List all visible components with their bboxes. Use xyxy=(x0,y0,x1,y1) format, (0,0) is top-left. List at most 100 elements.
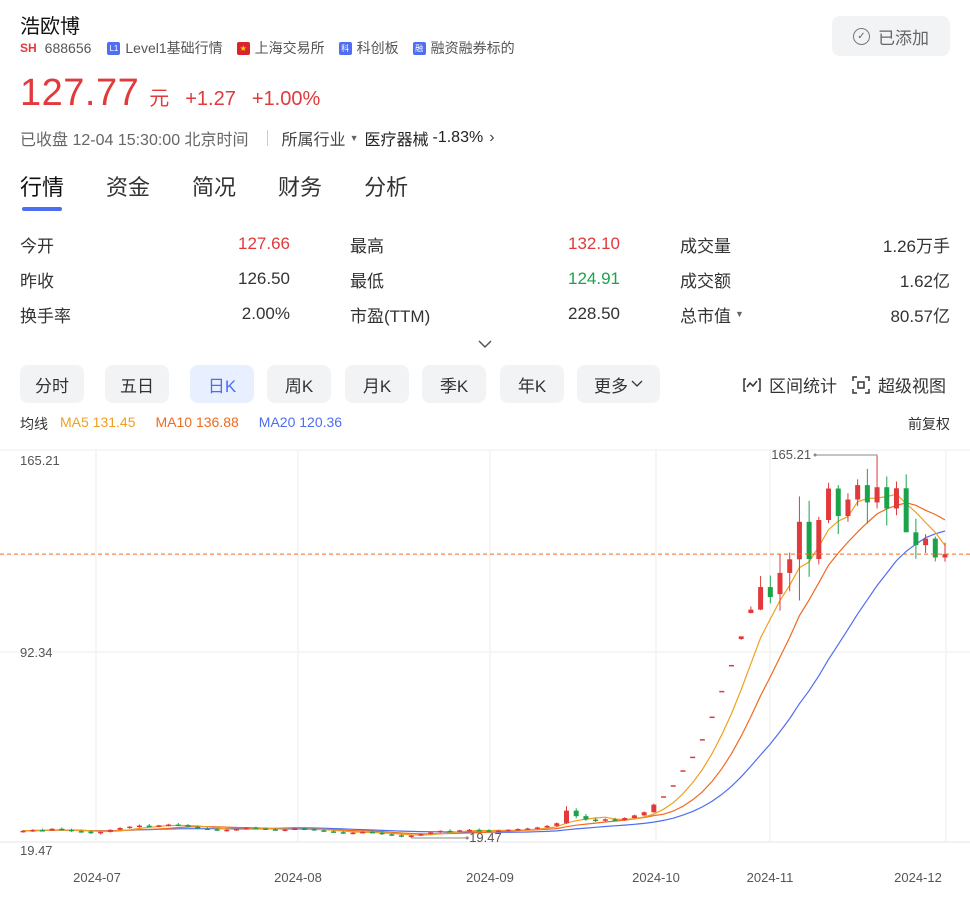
candle-body xyxy=(719,690,725,693)
candle-body xyxy=(321,830,327,832)
tab-finance[interactable]: 财务 xyxy=(278,170,322,210)
ma10-value: MA10 136.88 xyxy=(155,414,239,430)
status-row: 已收盘 12-04 15:30:00 北京时间 所属行业 ▼ 医疗器械 -1.8… xyxy=(20,126,495,150)
max-marker-line xyxy=(815,454,878,456)
period-more[interactable]: 更多 xyxy=(577,365,660,403)
super-view-tool[interactable]: 超级视图 xyxy=(852,372,946,397)
stat-label: 成交量 xyxy=(680,236,731,256)
tag-margin[interactable]: 融融资融券标的 xyxy=(412,38,515,58)
candle-body xyxy=(263,828,269,830)
price-change: +1.27 xyxy=(185,88,236,110)
candle-body xyxy=(787,559,793,573)
tab-funds[interactable]: 资金 xyxy=(106,170,150,210)
candle-body xyxy=(457,830,463,832)
period-yearly-k[interactable]: 年K xyxy=(500,365,564,403)
current-price: 127.77 xyxy=(20,72,140,114)
divider xyxy=(266,130,268,146)
tag-label: Level1基础行情 xyxy=(125,40,223,56)
kline-chart[interactable]: 165.21 92.34 19.47 2024-07 2024-08 2024-09 202… xyxy=(0,440,970,899)
stat-label: 昨收 xyxy=(20,271,54,291)
stat-label: 今开 xyxy=(20,236,54,256)
candle-body xyxy=(224,829,230,832)
candle-body xyxy=(534,827,540,829)
candle-body xyxy=(845,499,851,517)
china-flag-icon: ★ xyxy=(236,41,250,55)
period-5day[interactable]: 五日 xyxy=(105,365,169,403)
price-row: 127.77 元 +1.27 +1.00% xyxy=(20,72,320,115)
candle-body xyxy=(680,770,686,772)
stat-value: 1.26万手 xyxy=(882,236,950,256)
stat-value: 127.66 xyxy=(238,234,290,253)
market-badge: SH xyxy=(20,41,37,55)
candle-body xyxy=(98,831,104,834)
stat-open: 今开 127.66 xyxy=(20,232,290,256)
y-tick-label: 92.34 xyxy=(20,645,53,660)
candle-body xyxy=(331,831,337,833)
tag-star-market[interactable]: 科科创板 xyxy=(338,38,399,58)
industry-change: -1.83% xyxy=(432,129,484,146)
ma20-line xyxy=(22,530,946,833)
period-intraday[interactable]: 分时 xyxy=(20,365,84,403)
candle-body xyxy=(835,488,841,517)
stat-market-cap[interactable]: 总市值 ▼ 80.57亿 xyxy=(680,302,950,326)
candle-body xyxy=(20,830,26,833)
price-unit: 元 xyxy=(149,88,170,110)
added-watchlist-button[interactable]: ✓ 已添加 xyxy=(832,16,950,56)
candle-body xyxy=(340,832,346,834)
range-stats-tool[interactable]: 区间统计 xyxy=(743,372,837,397)
x-tick-label: 2024-12 xyxy=(894,870,942,885)
period-weekly-k[interactable]: 周K xyxy=(267,365,331,403)
candle-body xyxy=(428,832,434,834)
expand-chevron-icon[interactable] xyxy=(478,336,492,352)
y-tick-label: 19.47 xyxy=(20,843,53,858)
period-monthly-k[interactable]: 月K xyxy=(345,365,409,403)
candle-body xyxy=(136,825,142,828)
stat-pe: 市盈(TTM) 228.50 xyxy=(350,302,620,326)
candle-body xyxy=(272,829,278,831)
candle-body xyxy=(350,832,356,835)
candle-body xyxy=(253,827,259,830)
stat-value: 1.62亿 xyxy=(899,271,950,291)
caret-down-icon[interactable]: ▼ xyxy=(735,309,744,319)
main-tabs: 行情 资金 简况 财务 分析 xyxy=(20,170,450,211)
industry-link[interactable]: 医疗器械 xyxy=(364,126,428,150)
candle-body xyxy=(573,810,579,817)
period-daily-k[interactable]: 日K xyxy=(190,365,254,403)
candle-body xyxy=(175,824,181,827)
added-label: 已添加 xyxy=(878,28,929,48)
candle-body xyxy=(437,830,443,833)
stat-value: 2.00% xyxy=(241,304,290,323)
candle-body xyxy=(59,828,65,831)
adjust-mode[interactable]: 前复权 xyxy=(908,414,950,434)
chevron-right-icon[interactable]: › xyxy=(489,129,494,147)
ma20-value: MA20 120.36 xyxy=(258,414,343,430)
stat-volume: 成交量 1.26万手 xyxy=(680,232,950,256)
level1-icon: L1 xyxy=(107,41,121,55)
stat-label: 总市值 xyxy=(680,306,731,326)
min-price-label: 19.47 xyxy=(469,830,502,845)
tag-exchange[interactable]: ★ 上海交易所 xyxy=(236,38,325,58)
period-quarterly-k[interactable]: 季K xyxy=(422,365,486,403)
super-view-label: 超级视图 xyxy=(878,377,946,396)
candle-body xyxy=(864,485,870,503)
candle-body xyxy=(738,636,744,639)
candle-body xyxy=(806,521,812,560)
candle-body xyxy=(593,819,599,822)
tab-analysis[interactable]: 分析 xyxy=(364,170,408,210)
candle-body xyxy=(379,832,385,835)
candle-body xyxy=(767,587,773,598)
candle-body xyxy=(690,756,696,759)
tag-level1[interactable]: L1 Level1基础行情 xyxy=(107,38,223,58)
candle-body xyxy=(107,829,113,832)
candle-body xyxy=(670,785,676,787)
x-tick-label: 2024-09 xyxy=(466,870,514,885)
tab-profile[interactable]: 简况 xyxy=(192,170,236,210)
candle-body xyxy=(447,830,453,833)
tab-quote[interactable]: 行情 xyxy=(20,170,64,211)
tag-label: 科创板 xyxy=(356,40,399,56)
x-tick-label: 2024-07 xyxy=(73,870,121,885)
candle-body xyxy=(709,716,715,719)
candle-body xyxy=(554,823,560,826)
candle-body xyxy=(651,804,657,813)
stat-value: 132.10 xyxy=(568,234,620,253)
